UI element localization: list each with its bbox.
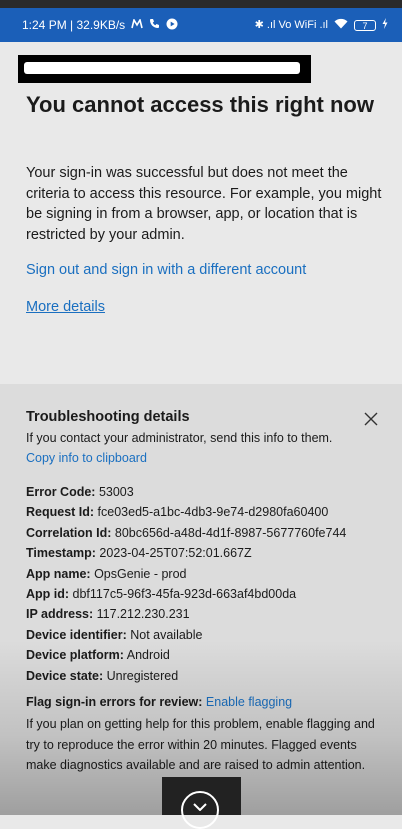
flag-description: If you plan on getting help for this pro… [26,717,375,772]
battery-icon: 7 [354,19,376,31]
flag-label: Flag sign-in errors for review: [26,695,203,709]
status-left: 1:24 PM | 32.9KB/s [22,17,178,33]
top-strip [0,0,402,8]
status-time-speed: 1:24 PM | 32.9KB/s [22,18,126,32]
detail-app-id: App id: dbf117c5-96f3-45fa-923d-663af4bd… [26,586,297,601]
contact-admin-text: If you contact your administrator, send … [26,431,333,445]
more-details-link[interactable]: More details [26,299,105,315]
phone-icon [149,18,160,32]
sign-out-link[interactable]: Sign out and sign in with a different ac… [26,262,306,278]
detail-ip-address: IP address: 117.212.230.231 [26,607,190,622]
close-icon[interactable] [362,410,380,428]
detail-app-name: App name: OpsGenie - prod [26,566,187,581]
wifi-icon [334,18,348,32]
detail-correlation-id: Correlation Id: 80bc656d-a48d-4d1f-8987-… [26,525,347,540]
page-title: You cannot access this right now [26,92,374,117]
status-glyphs: ✱ .ıl Vo WiFi .ıl [254,18,328,31]
enable-flagging-link[interactable]: Enable flagging [206,695,292,709]
detail-device-identifier: Device identifier: Not available [26,627,203,642]
bolt-icon [382,18,388,32]
detail-error-code: Error Code: 53003 [26,485,134,499]
redacted-account [18,55,311,83]
chevron-down-icon [193,803,207,811]
detail-device-platform: Device platform: Android [26,648,170,663]
flag-row: Flag sign-in errors for review: Enable f… [26,695,386,709]
minimize-control[interactable] [162,777,241,829]
detail-timestamp: Timestamp: 2023-04-25T07:52:01.667Z [26,546,252,561]
troubleshooting-panel: Troubleshooting details If you contact y… [0,384,402,815]
status-right: ✱ .ıl Vo WiFi .ıl 7 [255,18,388,32]
notification-m-icon [131,17,143,32]
access-description: Your sign-in was successful but does not… [26,165,382,243]
detail-device-state: Device state: Unregistered [26,668,179,683]
redaction-mark [24,62,300,74]
status-bar: 1:24 PM | 32.9KB/s ✱ .ıl Vo WiFi .ıl 7 [0,8,402,42]
copy-info-link[interactable]: Copy info to clipboard [26,451,147,465]
play-circle-icon [166,18,178,33]
troubleshooting-title: Troubleshooting details [26,409,190,425]
detail-request-id: Request Id: fce03ed5-a1bc-4db3-9e74-d298… [26,505,329,520]
details-list: Error Code: 53003 Request Id: fce03ed5-a… [26,482,396,686]
